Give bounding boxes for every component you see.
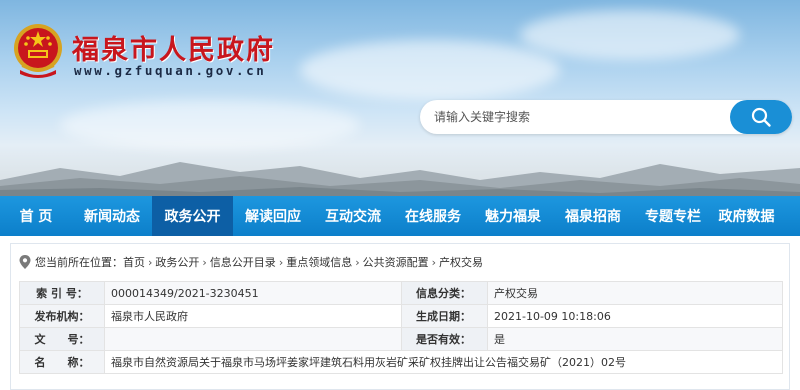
banner-cloud bbox=[520, 10, 740, 60]
date-value: 2021-10-09 10:18:06 bbox=[487, 304, 783, 328]
breadcrumb-info-catalog[interactable]: 信息公开目录 bbox=[210, 254, 276, 270]
breadcrumb-home[interactable]: 首页 bbox=[123, 254, 145, 270]
main-nav: 首 页 新闻动态 政务公开 解读回应 互动交流 在线服务 魅力福泉 福泉招商 专… bbox=[0, 196, 800, 236]
table-row: 索 引 号： 000014349/2021-3230451 信息分类： 产权交易 bbox=[19, 281, 783, 305]
org-value: 福泉市人民政府 bbox=[104, 304, 402, 328]
nav-item-charm-fuquan[interactable]: 魅力福泉 bbox=[473, 196, 553, 236]
search-box bbox=[420, 100, 792, 134]
nav-item-gov-affairs[interactable]: 政务公开 bbox=[152, 196, 233, 236]
nav-item-news[interactable]: 新闻动态 bbox=[72, 196, 152, 236]
breadcrumb-separator: › bbox=[355, 255, 360, 269]
search-button[interactable] bbox=[730, 100, 792, 134]
nav-item-home[interactable]: 首 页 bbox=[0, 196, 72, 236]
breadcrumb-separator: › bbox=[148, 255, 153, 269]
header-banner: 福泉市人民政府 www.gzfuquan.gov.cn bbox=[0, 0, 800, 196]
date-label: 生成日期： bbox=[401, 304, 488, 328]
breadcrumb-gov-affairs[interactable]: 政务公开 bbox=[155, 254, 199, 270]
nav-item-interpretation[interactable]: 解读回应 bbox=[233, 196, 313, 236]
breadcrumb: 您当前所在位置： 首页 › 政务公开 › 信息公开目录 › 重点领域信息 › 公… bbox=[19, 250, 483, 274]
valid-label: 是否有效： bbox=[401, 327, 488, 351]
search-icon bbox=[751, 107, 771, 127]
nav-item-online-service[interactable]: 在线服务 bbox=[393, 196, 473, 236]
docno-value bbox=[104, 327, 402, 351]
table-row: 文 号： 是否有效： 是 bbox=[19, 327, 783, 351]
index-value: 000014349/2021-3230451 bbox=[104, 281, 402, 305]
content-panel: 您当前所在位置： 首页 › 政务公开 › 信息公开目录 › 重点领域信息 › 公… bbox=[10, 243, 790, 390]
nav-item-gov-data[interactable]: 政府数据 bbox=[713, 196, 780, 236]
site-title: 福泉市人民政府 bbox=[72, 35, 275, 66]
site-url: www.gzfuquan.gov.cn bbox=[74, 63, 267, 78]
table-row: 名 称： 福泉市自然资源局关于福泉市马场坪姜家坪建筑石料用灰岩矿采矿权挂牌出让公… bbox=[19, 350, 783, 374]
name-label: 名 称： bbox=[19, 350, 105, 374]
breadcrumb-separator: › bbox=[431, 255, 437, 269]
info-table: 索 引 号： 000014349/2021-3230451 信息分类： 产权交易… bbox=[19, 281, 783, 374]
search-input[interactable] bbox=[434, 100, 734, 134]
table-row: 发布机构： 福泉市人民政府 生成日期： 2021-10-09 10:18:06 bbox=[19, 304, 783, 328]
valid-value: 是 bbox=[487, 327, 783, 351]
nav-item-investment[interactable]: 福泉招商 bbox=[553, 196, 633, 236]
breadcrumb-prefix: 您当前所在位置： bbox=[35, 256, 123, 269]
location-pin-icon bbox=[19, 255, 31, 269]
nav-item-interaction[interactable]: 互动交流 bbox=[313, 196, 393, 236]
index-label: 索 引 号： bbox=[19, 281, 105, 305]
banner-cloud bbox=[60, 100, 360, 150]
category-value: 产权交易 bbox=[487, 281, 783, 305]
national-emblem-icon bbox=[14, 24, 62, 78]
breadcrumb-key-areas[interactable]: 重点领域信息 bbox=[286, 254, 352, 270]
breadcrumb-separator: › bbox=[202, 255, 207, 269]
category-label: 信息分类： bbox=[401, 281, 488, 305]
banner-cloud bbox=[300, 40, 560, 100]
breadcrumb-property-trading[interactable]: 产权交易 bbox=[439, 254, 483, 270]
banner-hills bbox=[0, 162, 800, 196]
nav-item-special-topics[interactable]: 专题专栏 bbox=[633, 196, 713, 236]
docno-label: 文 号： bbox=[19, 327, 105, 351]
breadcrumb-separator: › bbox=[278, 255, 284, 269]
org-label: 发布机构： bbox=[19, 304, 105, 328]
name-value: 福泉市自然资源局关于福泉市马场坪姜家坪建筑石料用灰岩矿采矿权挂牌出让公告福交易矿… bbox=[104, 350, 783, 374]
breadcrumb-public-resources[interactable]: 公共资源配置 bbox=[363, 254, 429, 270]
